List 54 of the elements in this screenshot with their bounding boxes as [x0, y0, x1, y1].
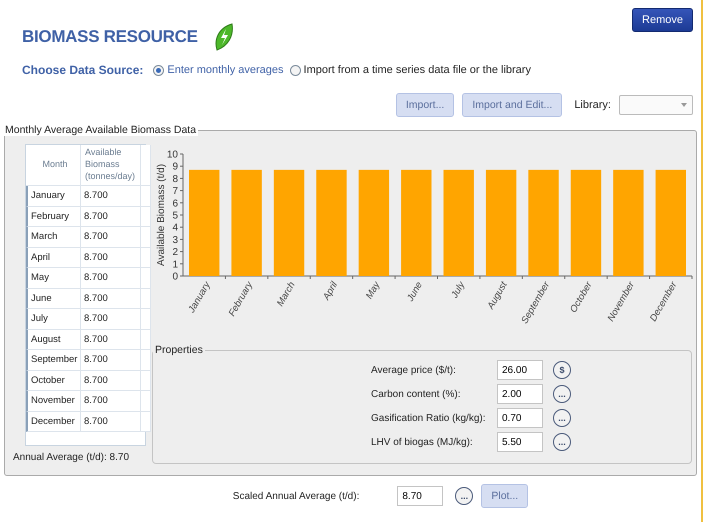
round-button[interactable]: ... — [553, 433, 571, 451]
round-button[interactable]: ... — [455, 487, 474, 505]
panel-title: Monthly Average Available Biomass Data — [3, 124, 198, 136]
input-field[interactable]: 26.00 — [497, 360, 543, 380]
y-axis-title: Available Biomass (t/d) — [156, 164, 167, 266]
y-tick-label: 4 — [172, 222, 178, 234]
y-tick-label: 2 — [172, 247, 178, 258]
radio-button[interactable] — [153, 64, 164, 76]
table-cell: May — [26, 268, 81, 288]
table-cell: October — [26, 370, 81, 391]
table-cell: June — [26, 288, 81, 309]
radio-label[interactable]: Enter monthly averages — [167, 64, 284, 76]
table-cell: December — [26, 412, 81, 432]
page-title: BIOMASS RESOURCE — [22, 27, 198, 47]
table-cell: September — [26, 350, 81, 370]
input-field[interactable]: 8.70 — [397, 486, 444, 506]
y-tick-label: 1 — [172, 259, 178, 270]
radio-label[interactable]: Import from a time series data file or the library — [304, 64, 531, 76]
input-field[interactable]: 0.70 — [497, 408, 543, 428]
round-button[interactable]: ... — [553, 385, 571, 403]
y-tick-label: 6 — [172, 198, 178, 210]
library-dropdown[interactable] — [619, 95, 693, 115]
annual-average: Annual Average (t/d): 8.70 — [13, 452, 130, 463]
y-tick-label: 5 — [172, 210, 178, 222]
leaf-icon — [214, 22, 234, 52]
field-label: Scaled Annual Average (t/d): — [232, 490, 360, 502]
table-cell: November — [26, 391, 81, 412]
y-tick-label: 7 — [172, 186, 178, 198]
field-label: LHV of biogas (MJ/kg): — [371, 436, 474, 448]
panel-title: Properties — [154, 344, 204, 356]
table-cell: March — [26, 227, 81, 248]
y-tick-label: 9 — [172, 162, 178, 173]
table-cell: February — [26, 206, 81, 227]
caret-icon — [681, 103, 687, 107]
table-cell: January — [26, 186, 81, 206]
field-label: Gasification Ratio (kg/kg): — [371, 412, 486, 424]
table-cell: April — [26, 248, 81, 268]
y-tick-label: 8 — [172, 174, 178, 185]
table-cell: July — [26, 309, 81, 330]
y-tick-label: 10 — [166, 150, 178, 160]
y-tick-label: 0 — [172, 272, 178, 282]
table-cell: August — [26, 330, 81, 350]
round-button[interactable]: $ — [553, 361, 571, 379]
input-field[interactable]: 5.50 — [497, 432, 543, 452]
input-field[interactable]: 2.00 — [497, 384, 543, 404]
field-label: Average price ($/t): — [371, 364, 457, 376]
remove-button[interactable]: Remove — [632, 8, 693, 32]
y-tick-label: 3 — [172, 234, 178, 246]
column-header: Month — [26, 145, 81, 186]
library-label: Library: — [574, 99, 611, 111]
round-button[interactable]: ... — [553, 409, 571, 427]
radio-button[interactable] — [290, 64, 301, 76]
field-label: Carbon content (%): — [371, 388, 462, 400]
data-source-label: Choose Data Source: — [22, 63, 144, 77]
